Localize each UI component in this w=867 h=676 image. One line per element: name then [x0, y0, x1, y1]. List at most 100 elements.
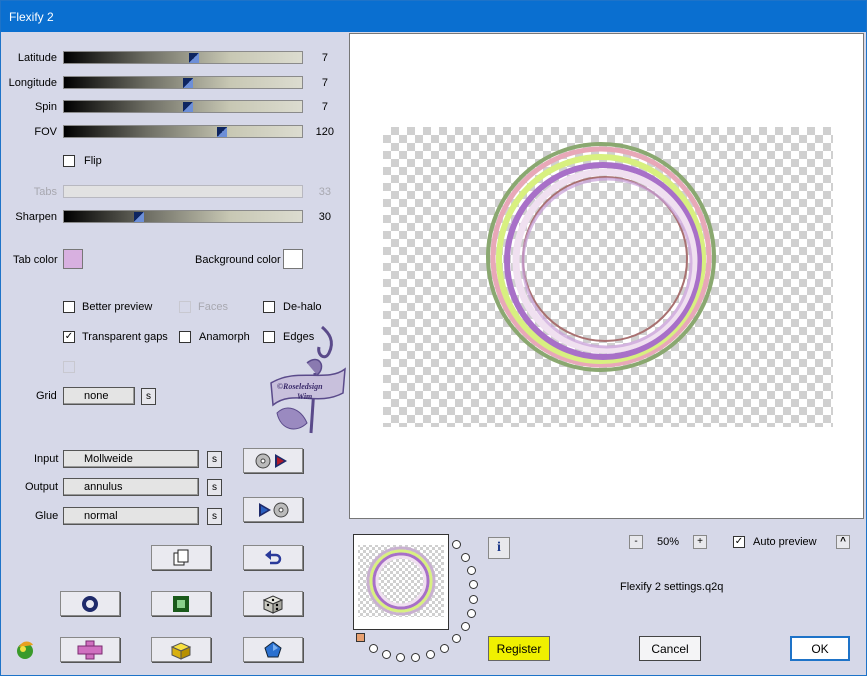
tab-color-swatch[interactable]: [63, 249, 83, 269]
pentagon-button[interactable]: [243, 637, 303, 662]
random-button[interactable]: [243, 591, 303, 616]
output-s-button[interactable]: s: [207, 479, 222, 496]
undo-icon: [265, 549, 282, 564]
nav-dot[interactable]: [426, 650, 435, 659]
grid-s-button[interactable]: s: [141, 388, 156, 405]
register-button[interactable]: Register: [488, 636, 550, 661]
nav-dot[interactable]: [469, 580, 478, 589]
nav-dot[interactable]: [461, 622, 470, 631]
nav-dot[interactable]: [469, 595, 478, 604]
tabs-slider[interactable]: [63, 185, 303, 198]
transparent-gaps-checkbox[interactable]: ✓: [63, 331, 75, 343]
output-select[interactable]: annulus: [63, 478, 199, 496]
navigator-thumbnail[interactable]: [353, 534, 449, 630]
dice-icon: [262, 594, 284, 614]
nav-dot[interactable]: [461, 553, 470, 562]
frame-icon: [173, 595, 189, 612]
sharpen-slider[interactable]: [63, 210, 303, 223]
sharpen-label: Sharpen: [15, 211, 57, 223]
longitude-slider[interactable]: [63, 76, 303, 89]
anamorph-checkbox[interactable]: [179, 331, 191, 343]
de-halo-checkbox[interactable]: [263, 301, 275, 313]
watermark-line1: ©Roseledsign: [277, 382, 323, 391]
input-label: Input: [34, 453, 59, 465]
glue-select[interactable]: normal: [63, 507, 199, 525]
ok-button[interactable]: OK: [790, 636, 850, 661]
fov-slider[interactable]: [63, 125, 303, 138]
latitude-slider[interactable]: [63, 51, 303, 64]
settings-filename: Flexify 2 settings.q2q: [620, 581, 724, 593]
background-color-swatch[interactable]: [283, 249, 303, 269]
auto-preview-arrow-button[interactable]: ^: [836, 535, 850, 549]
annulus-preview-image: [486, 142, 716, 372]
anamorph-label: Anamorph: [199, 331, 250, 343]
zoom-out-button[interactable]: -: [629, 535, 643, 549]
faces-label: Faces: [198, 301, 228, 313]
nav-dot[interactable]: [452, 540, 461, 549]
save-preset-button[interactable]: [243, 497, 303, 522]
glue-value: normal: [84, 510, 118, 522]
faces-checkbox[interactable]: [179, 301, 191, 313]
output-label: Output: [25, 481, 59, 493]
fov-label: FOV: [34, 126, 57, 138]
input-select[interactable]: Mollweide: [63, 450, 199, 468]
cube-button[interactable]: [151, 637, 211, 662]
preview-panel[interactable]: [349, 33, 864, 519]
nav-dot[interactable]: [467, 566, 476, 575]
cross-button[interactable]: [60, 637, 120, 662]
spin-thumb[interactable]: [183, 102, 193, 112]
grid-label: Grid: [36, 390, 57, 402]
longitude-thumb[interactable]: [183, 78, 193, 88]
nav-dot[interactable]: [467, 609, 476, 618]
latitude-value: 7: [321, 52, 328, 64]
de-halo-label: De-halo: [283, 301, 322, 313]
load-preset-button[interactable]: [243, 448, 303, 473]
fov-value: 120: [315, 126, 334, 138]
nav-dot[interactable]: [396, 653, 405, 662]
longitude-value: 7: [321, 77, 328, 89]
nav-dot-active[interactable]: [356, 633, 365, 642]
ring-button[interactable]: [60, 591, 120, 616]
fov-thumb[interactable]: [217, 127, 227, 137]
tabs-value: 33: [318, 186, 331, 198]
spin-label: Spin: [34, 101, 57, 113]
grid-select[interactable]: none: [63, 387, 135, 405]
zoom-in-button[interactable]: +: [693, 535, 707, 549]
glue-label: Glue: [35, 510, 59, 522]
undo-button[interactable]: [243, 545, 303, 570]
nav-dot[interactable]: [411, 653, 420, 662]
auto-preview-checkbox[interactable]: ✓: [733, 536, 745, 548]
info-button[interactable]: i: [488, 537, 510, 559]
nav-dot[interactable]: [382, 650, 391, 659]
nav-dot[interactable]: [369, 644, 378, 653]
preview-canvas: [383, 127, 833, 427]
longitude-label: Longitude: [8, 77, 57, 89]
better-preview-label: Better preview: [82, 301, 153, 313]
input-value: Mollweide: [84, 453, 133, 465]
input-s-button[interactable]: s: [207, 451, 222, 468]
spin-slider[interactable]: [63, 100, 303, 113]
title-bar: Flexify 2: [1, 1, 866, 32]
copy-button[interactable]: [151, 545, 211, 570]
sharpen-thumb[interactable]: [134, 212, 144, 222]
flexify-dialog: Flexify 2 Latitude 7 Longitude 7 Spin 7 …: [0, 0, 867, 676]
cube-icon: [170, 641, 192, 660]
output-value: annulus: [84, 481, 123, 493]
frame-button[interactable]: [151, 591, 211, 616]
nav-dot[interactable]: [440, 644, 449, 653]
window-title: Flexify 2: [9, 10, 54, 24]
latitude-thumb[interactable]: [189, 53, 199, 63]
extra-checkbox[interactable]: [63, 361, 75, 373]
watermark-line2: Wim: [297, 392, 312, 401]
glue-s-button[interactable]: s: [207, 508, 222, 525]
disc-play-icon: [255, 453, 287, 468]
cross-icon: [77, 640, 103, 659]
nav-dot[interactable]: [452, 634, 461, 643]
background-color-label: Background color: [195, 254, 281, 266]
flip-checkbox[interactable]: [63, 155, 75, 167]
sharpen-value: 30: [318, 211, 331, 223]
watermark-logo: ©Roseledsign Wim: [270, 325, 346, 434]
cancel-button[interactable]: Cancel: [639, 636, 701, 661]
copy-icon: [173, 549, 189, 565]
better-preview-checkbox[interactable]: [63, 301, 75, 313]
